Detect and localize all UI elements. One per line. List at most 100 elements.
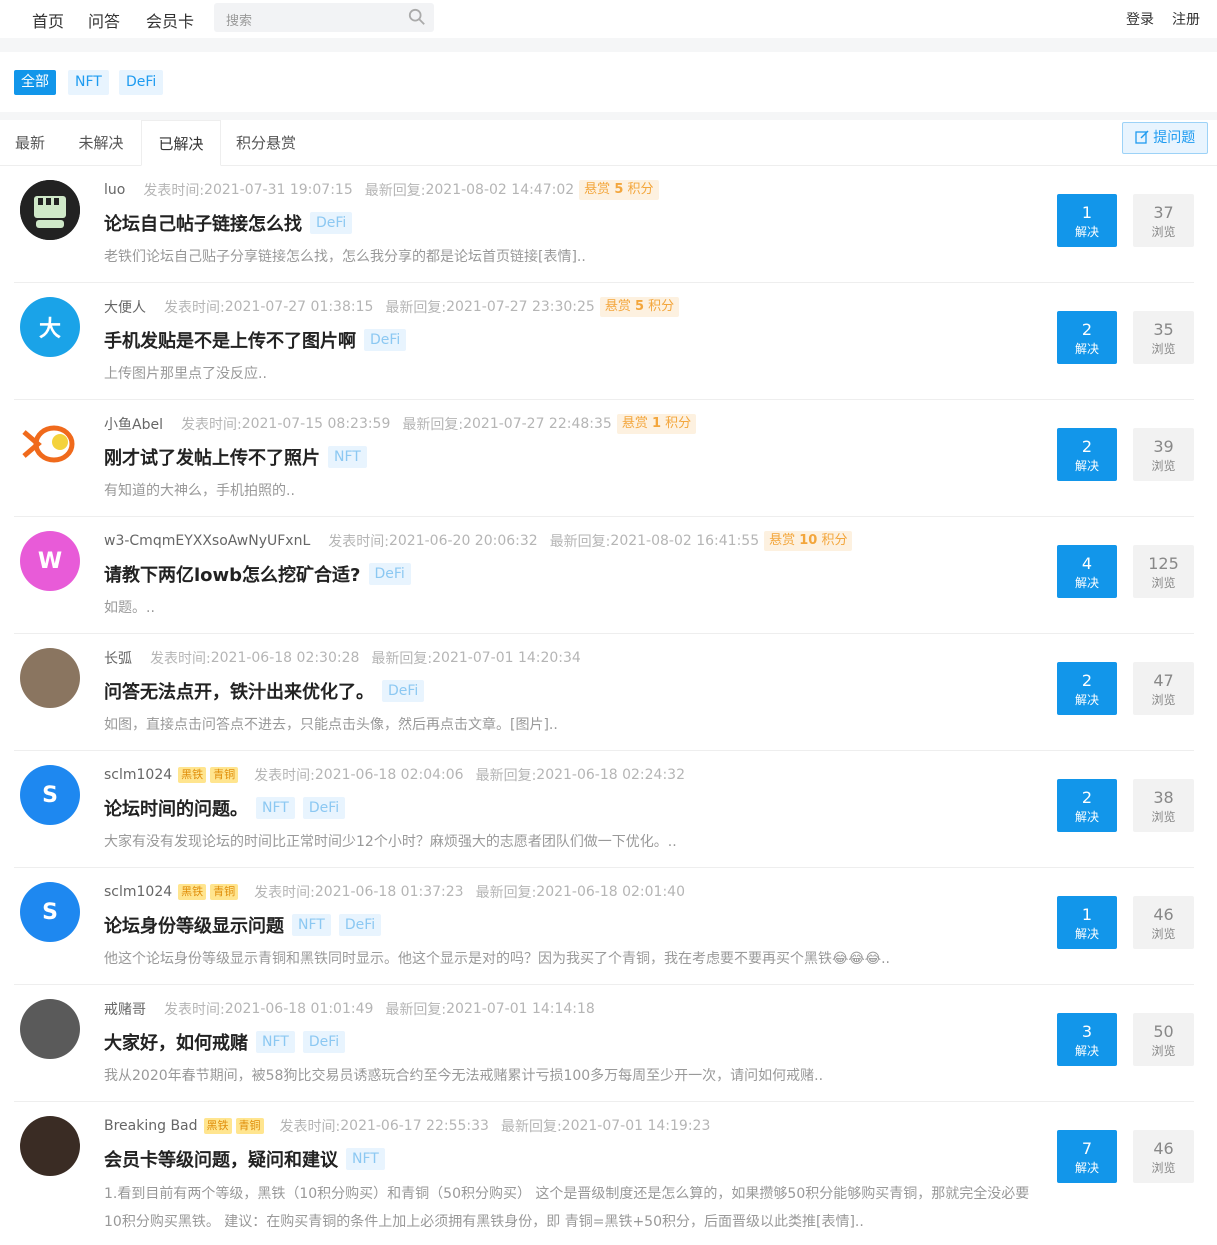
avatar[interactable]: [20, 180, 80, 240]
solved-count-box[interactable]: 3 解决: [1057, 1013, 1117, 1066]
solved-count-box[interactable]: 1 解决: [1057, 194, 1117, 247]
question-excerpt[interactable]: 老铁们论坛自己贴子分享链接怎么找，怎么我分享的都是论坛首页链接[表情]..: [104, 246, 1044, 266]
question-row[interactable]: 戒赌哥 发表时间: 2021-06-18 01:01:49 最新回复: 2021-07-…: [14, 985, 1194, 1102]
question-title[interactable]: 大家好，如何戒赌: [104, 1029, 248, 1055]
question-title[interactable]: 论坛自己帖子链接怎么找: [104, 210, 302, 236]
question-title[interactable]: 论坛身份等级显示问题: [104, 912, 284, 938]
question-title[interactable]: 问答无法点开，铁汁出来优化了。: [104, 678, 374, 704]
question-excerpt[interactable]: 1.看到目前有两个等级，黑铁（10积分购买）和青铜（50积分购买） 这个是晋级制…: [104, 1180, 1044, 1236]
solved-count-box[interactable]: 2 解决: [1057, 779, 1117, 832]
question-tag[interactable]: NFT: [292, 914, 331, 936]
tab-latest[interactable]: 最新: [0, 120, 60, 166]
tab-solved[interactable]: 已解决: [141, 120, 221, 166]
avatar[interactable]: [20, 999, 80, 1059]
avatar[interactable]: [20, 414, 80, 474]
replied-time: 2021-07-27 22:48:35: [463, 416, 612, 432]
top-nav: 首页 问答 会员卡 搜索 登录 注册: [0, 0, 1217, 38]
posted-label: 发表时间:: [164, 300, 225, 316]
ask-question-button[interactable]: 提问题: [1122, 122, 1208, 154]
question-excerpt[interactable]: 有知道的大神么，手机拍照的..: [104, 480, 1044, 500]
question-row[interactable]: Ww3-CmqmEYXXsoAwNyUFxnL 发表时间: 2021-06-20 2…: [14, 517, 1194, 634]
question-row[interactable]: 长弧 发表时间: 2021-06-18 02:30:28 最新回复: 2021-07-0…: [14, 634, 1194, 751]
question-title[interactable]: 会员卡等级问题，疑问和建议: [104, 1146, 338, 1172]
question-excerpt[interactable]: 上传图片那里点了没反应..: [104, 363, 1044, 383]
bounty-suffix: 积分: [817, 533, 848, 548]
solved-count-box[interactable]: 2 解决: [1057, 311, 1117, 364]
title-line: 手机发贴是不是上传不了图片啊 DeFi: [104, 327, 407, 353]
question-row[interactable]: 小鱼Abel 发表时间: 2021-07-15 08:23:59 最新回复: 2021-…: [14, 400, 1194, 517]
nav-home-link[interactable]: 首页: [32, 8, 64, 32]
question-row[interactable]: Ssclm1024 黑铁 青铜 发表时间: 2021-06-18 02:04:06 最新回…: [14, 751, 1194, 868]
tag-all[interactable]: 全部: [14, 70, 56, 95]
author-name[interactable]: sclm1024: [104, 767, 172, 783]
replied-label: 最新回复:: [549, 534, 611, 550]
tag-nft[interactable]: NFT: [68, 70, 109, 95]
tab-bounty[interactable]: 积分悬赏: [222, 120, 310, 166]
question-tag[interactable]: DeFi: [368, 563, 411, 585]
question-row[interactable]: Breaking Bad 黑铁 青铜 发表时间: 2021-06-17 22:55:33…: [14, 1102, 1194, 1245]
avatar[interactable]: 大: [20, 297, 80, 357]
author-name[interactable]: w3-CmqmEYXXsoAwNyUFxnL: [104, 533, 310, 549]
question-tag[interactable]: DeFi: [364, 329, 407, 351]
author-name[interactable]: 长弧: [104, 648, 132, 668]
question-excerpt[interactable]: 如图，直接点击问答点不进去，只能点击头像，然后再点击文章。[图片]..: [104, 714, 1044, 734]
author-name[interactable]: Breaking Bad: [104, 1118, 198, 1134]
question-tag[interactable]: NFT: [328, 446, 367, 468]
question-title[interactable]: 手机发贴是不是上传不了图片啊: [104, 327, 356, 353]
posted-label: 发表时间:: [254, 768, 315, 784]
bounty-points: 10: [799, 533, 818, 548]
question-tag[interactable]: DeFi: [382, 680, 425, 702]
nav-qa-link[interactable]: 问答: [88, 8, 120, 32]
author-name[interactable]: 戒赌哥: [104, 999, 146, 1019]
search-icon[interactable]: [408, 8, 426, 26]
question-tag[interactable]: NFT: [346, 1148, 385, 1170]
avatar[interactable]: S: [20, 882, 80, 942]
posted-time: 2021-06-17 22:55:33: [340, 1118, 489, 1134]
solved-count-box[interactable]: 4 解决: [1057, 545, 1117, 598]
views-label: 浏览: [1151, 693, 1176, 707]
avatar[interactable]: W: [20, 531, 80, 591]
login-link[interactable]: 登录: [1126, 9, 1154, 29]
question-excerpt[interactable]: 我从2020年春节期间，被58狗比交易员诱惑玩合约至今无法戒赌累计亏损100多万…: [104, 1065, 1044, 1085]
question-title[interactable]: 论坛时间的问题。: [104, 795, 248, 821]
tag-defi[interactable]: DeFi: [119, 70, 164, 95]
question-tag[interactable]: DeFi: [338, 914, 382, 936]
question-tag[interactable]: NFT: [256, 1031, 295, 1053]
posted-time: 2021-06-18 02:04:06: [314, 767, 464, 783]
title-line: 会员卡等级问题，疑问和建议 NFT: [104, 1146, 385, 1172]
edit-icon: [1135, 130, 1149, 144]
title-line: 请教下两亿lowb怎么挖矿合适? DeFi: [104, 561, 411, 587]
question-tag[interactable]: NFT: [256, 797, 295, 819]
solved-count: 3: [1081, 1022, 1093, 1041]
question-excerpt[interactable]: 大家有没有发现论坛的时间比正常时间少12个小时？麻烦强大的志愿者团队们做一下优化…: [104, 831, 1044, 851]
question-meta: luo 发表时间: 2021-07-31 19:07:15 最新回复: 2021-08-…: [104, 180, 659, 200]
solved-count-box[interactable]: 2 解决: [1057, 662, 1117, 715]
solved-count-box[interactable]: 1 解决: [1057, 896, 1117, 949]
avatar[interactable]: [20, 1116, 80, 1176]
question-title[interactable]: 刚才试了发帖上传不了照片: [104, 444, 320, 470]
author-name[interactable]: luo: [104, 182, 125, 198]
question-tag[interactable]: DeFi: [302, 797, 346, 819]
question-tag[interactable]: DeFi: [310, 212, 353, 234]
question-row[interactable]: Ssclm1024 黑铁 青铜 发表时间: 2021-06-18 01:37:23 最新回…: [14, 868, 1194, 985]
question-excerpt[interactable]: 他这个论坛身份等级显示青铜和黑铁同时显示。他这个显示是对的吗？因为我买了个青铜，…: [104, 948, 1044, 968]
question-tag[interactable]: DeFi: [302, 1031, 346, 1053]
tab-unsolved[interactable]: 未解决: [62, 120, 140, 166]
avatar[interactable]: [20, 648, 80, 708]
nav-membership-link[interactable]: 会员卡: [146, 8, 194, 32]
author-name[interactable]: 小鱼Abel: [104, 414, 163, 434]
solved-count-box[interactable]: 7 解决: [1057, 1130, 1117, 1183]
author-name[interactable]: sclm1024: [104, 884, 172, 900]
author-name[interactable]: 大便人: [104, 297, 146, 317]
question-row[interactable]: 大 大便人 发表时间: 2021-07-27 01:38:15 最新回复: 2021-07…: [14, 283, 1194, 400]
avatar[interactable]: S: [20, 765, 80, 825]
solved-count: 2: [1081, 437, 1093, 456]
question-row[interactable]: luo 发表时间: 2021-07-31 19:07:15 最新回复: 2021-08-…: [14, 166, 1194, 283]
search-input[interactable]: 搜索: [214, 3, 434, 32]
solved-count-box[interactable]: 2 解决: [1057, 428, 1117, 481]
question-excerpt[interactable]: 如题。..: [104, 597, 1044, 617]
posted-label: 发表时间:: [143, 183, 205, 199]
register-link[interactable]: 注册: [1172, 9, 1200, 29]
question-title[interactable]: 请教下两亿lowb怎么挖矿合适?: [104, 561, 361, 587]
bounty-badge: 悬赏 5 积分: [579, 180, 659, 200]
